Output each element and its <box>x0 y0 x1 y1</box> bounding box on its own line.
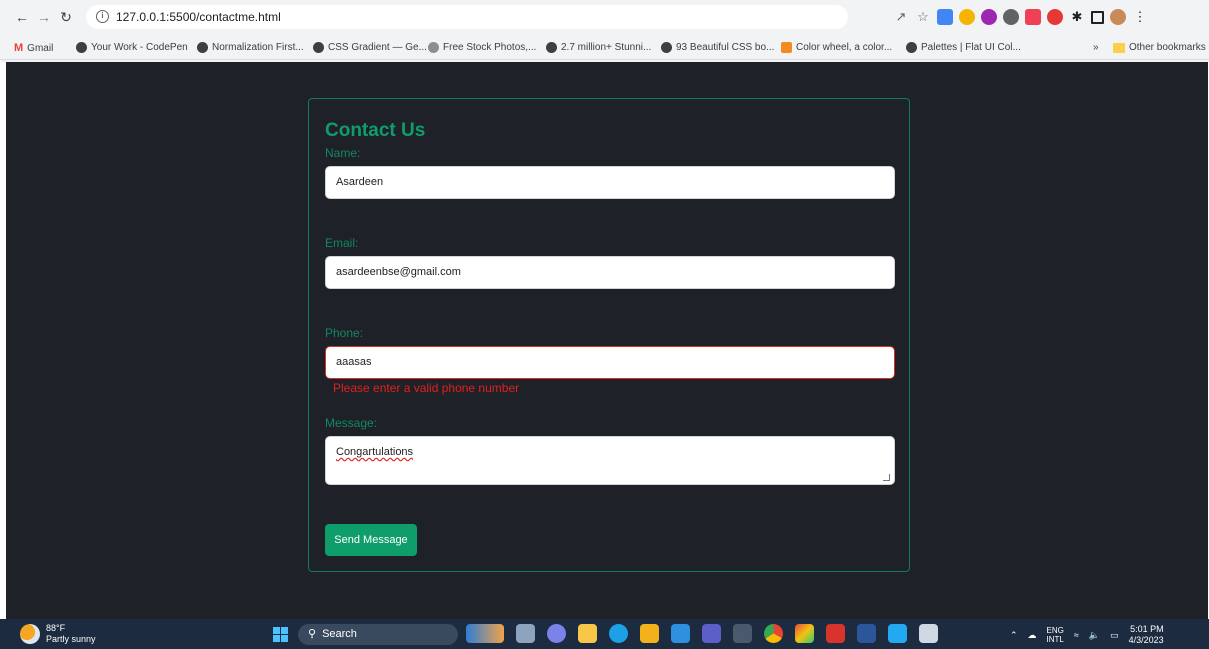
contact-form: Contact Us Name: Asardeen Email: asardee… <box>308 98 910 572</box>
sticky-notes-icon[interactable] <box>640 624 659 643</box>
page-content: Contact Us Name: Asardeen Email: asardee… <box>6 62 1208 619</box>
globe-icon <box>197 42 208 53</box>
bookmark-stunning[interactable]: 2.7 million+ Stunni... <box>546 42 651 53</box>
share-icon[interactable]: ↗ <box>893 9 909 25</box>
pocket-icon[interactable] <box>1025 9 1041 25</box>
url-text: 127.0.0.1:5500/contactme.html <box>116 10 281 24</box>
bookmark-normalization[interactable]: Normalization First... <box>197 42 304 53</box>
globe-icon <box>546 42 557 53</box>
acrobat-icon[interactable] <box>826 624 845 643</box>
bookmarks-bar: M Gmail Your Work - CodePen Normalizatio… <box>0 38 1209 60</box>
chrome-icon[interactable] <box>764 624 783 643</box>
colorful-app-icon[interactable] <box>795 624 814 643</box>
taskbar-apps <box>466 624 938 643</box>
puzzle-icon[interactable]: ✱ <box>1069 9 1085 25</box>
partly-sunny-icon <box>20 624 40 644</box>
folder-icon <box>1113 42 1125 53</box>
temperature: 88°F <box>46 623 66 633</box>
search-icon: ⚲ <box>308 628 317 640</box>
word-icon[interactable] <box>857 624 876 643</box>
info-icon[interactable]: i <box>96 10 109 23</box>
opera-icon[interactable] <box>1047 9 1063 25</box>
volume-icon[interactable]: 🔈 <box>1089 630 1100 641</box>
teams-icon[interactable] <box>702 624 721 643</box>
extension-icons: ↗ ☆ ✱ ⋮ <box>893 7 1148 27</box>
date: 4/3/2023 <box>1128 635 1164 645</box>
mail-icon[interactable] <box>671 624 690 643</box>
globe-icon <box>313 42 324 53</box>
globe-icon <box>661 42 672 53</box>
form-title: Contact Us <box>325 120 426 141</box>
name-label: Name: <box>325 146 361 160</box>
browser-chrome: ← → ↻ i 127.0.0.1:5500/contactme.html ↗ … <box>0 0 1209 62</box>
extension-yellow-icon[interactable] <box>959 9 975 25</box>
battery-icon[interactable]: ▭ <box>1110 630 1119 641</box>
name-value: Asardeen <box>336 176 384 188</box>
chevron-up-icon[interactable]: ⌃ <box>1010 630 1018 641</box>
globe-icon <box>906 42 917 53</box>
bookmark-color-wheel[interactable]: Color wheel, a color... <box>781 42 892 53</box>
more-bookmarks-button[interactable]: » <box>1093 42 1099 53</box>
vscode-icon[interactable] <box>888 624 907 643</box>
message-textarea[interactable]: Congartulations <box>325 436 895 485</box>
cloud-icon[interactable]: ☁ <box>1028 630 1037 641</box>
star-icon[interactable]: ☆ <box>915 9 931 25</box>
forward-arrow-icon[interactable]: → <box>34 7 54 27</box>
gmail-icon: M <box>14 42 24 54</box>
task-view-icon[interactable] <box>516 624 535 643</box>
profile-avatar-icon[interactable] <box>1110 9 1126 25</box>
name-input[interactable]: Asardeen <box>325 166 895 199</box>
widgets-icon[interactable] <box>466 624 504 643</box>
clock[interactable]: 5:01 PM 4/3/2023 <box>1129 624 1164 646</box>
windows-taskbar: 88°F Partly sunny ⚲ Search ⌃ ☁ ENG INTL ≈… <box>0 619 1209 649</box>
phone-value: aaasas <box>336 356 372 368</box>
chat-icon[interactable] <box>547 624 566 643</box>
message-label: Message: <box>325 416 378 430</box>
phone-input[interactable]: aaasas <box>325 346 895 379</box>
codepen-icon <box>76 42 87 53</box>
email-input[interactable]: asardeenbse@gmail.com <box>325 256 895 289</box>
file-explorer-icon[interactable] <box>578 624 597 643</box>
extension-record-icon[interactable] <box>1003 9 1019 25</box>
side-panel-icon[interactable] <box>1091 10 1104 24</box>
toolbar: ← → ↻ i 127.0.0.1:5500/contactme.html ↗ … <box>0 4 1209 30</box>
email-label: Email: <box>325 236 359 250</box>
color-wheel-icon <box>781 42 792 53</box>
back-arrow-icon[interactable]: ← <box>12 7 32 27</box>
terminal-icon[interactable] <box>733 624 752 643</box>
bookmark-flat-ui[interactable]: Palettes | Flat UI Col... <box>906 42 1021 53</box>
bookmark-css-borders[interactable]: 93 Beautiful CSS bo... <box>661 42 774 53</box>
resize-handle-icon[interactable] <box>883 474 890 481</box>
weather-widget[interactable]: 88°F Partly sunny <box>20 623 96 645</box>
extension-blue-icon[interactable] <box>937 9 953 25</box>
language-indicator[interactable]: ENG INTL <box>1047 626 1064 644</box>
extension-purple-icon[interactable] <box>981 9 997 25</box>
snipping-tool-icon[interactable] <box>919 624 938 643</box>
windows-start-icon[interactable] <box>273 627 288 642</box>
reload-icon[interactable]: ↻ <box>56 7 76 27</box>
email-value: asardeenbse@gmail.com <box>336 266 461 278</box>
phone-error-message: Please enter a valid phone number <box>333 381 520 395</box>
taskbar-search[interactable]: ⚲ Search <box>298 624 458 645</box>
send-message-button[interactable]: Send Message <box>325 524 417 556</box>
time: 5:01 PM <box>1130 624 1164 634</box>
wifi-icon[interactable]: ≈ <box>1074 630 1079 640</box>
bookmark-gmail[interactable]: M Gmail <box>14 42 53 54</box>
bookmark-codepen[interactable]: Your Work - CodePen <box>76 42 188 53</box>
pexels-icon <box>428 42 439 53</box>
system-tray: ⌃ ☁ ENG INTL ≈ 🔈 ▭ 5:01 PM 4/3/2023 <box>1010 624 1164 646</box>
bookmark-stock-photos[interactable]: Free Stock Photos,... <box>428 42 536 53</box>
address-bar[interactable]: i 127.0.0.1:5500/contactme.html <box>86 5 848 29</box>
edge-icon[interactable] <box>609 624 628 643</box>
other-bookmarks-folder[interactable]: Other bookmarks <box>1113 42 1206 53</box>
weather-condition: Partly sunny <box>46 634 96 644</box>
bookmark-css-gradient[interactable]: CSS Gradient — Ge... <box>313 42 427 53</box>
phone-label: Phone: <box>325 326 364 340</box>
message-value: Congartulations <box>336 446 414 458</box>
kebab-menu-icon[interactable]: ⋮ <box>1132 9 1148 25</box>
